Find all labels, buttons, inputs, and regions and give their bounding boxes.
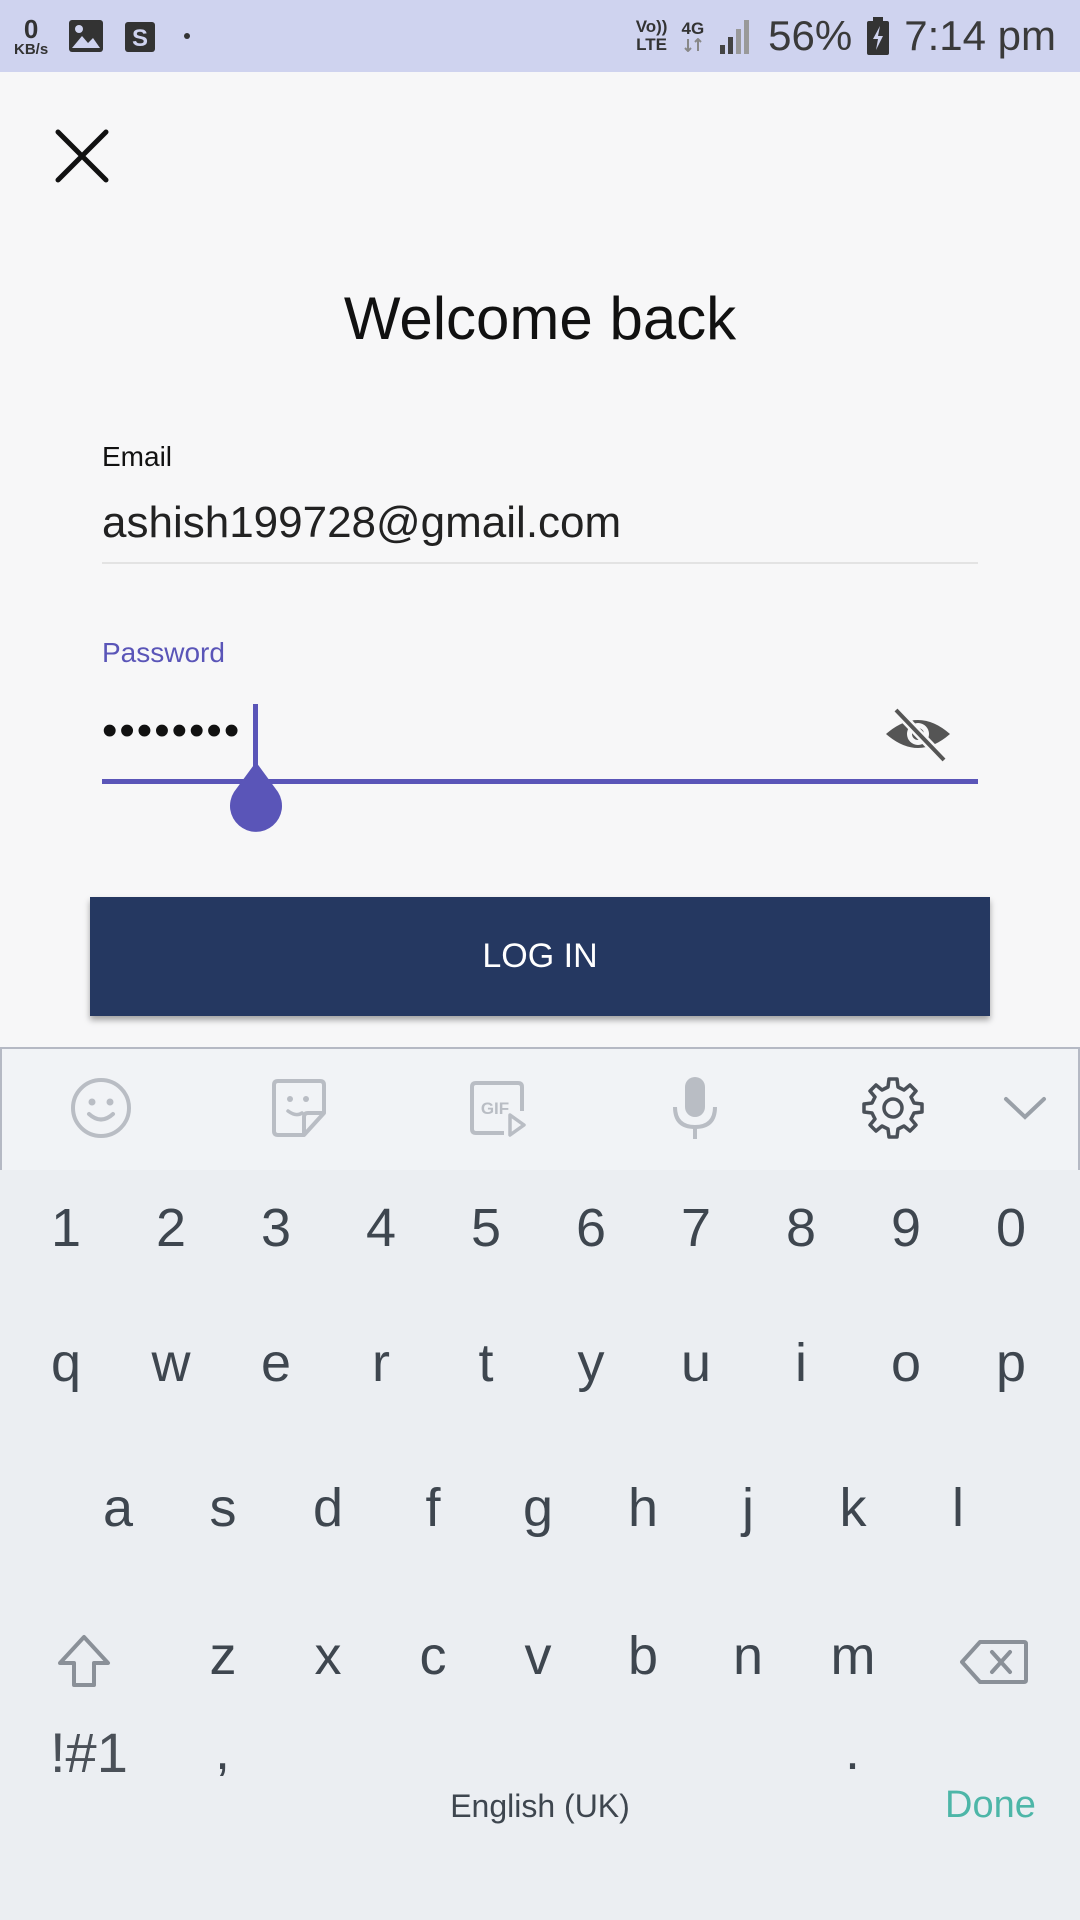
keyboard-toolbar: GIF [0, 1047, 1080, 1170]
battery-percent: 56% [768, 12, 853, 59]
password-label: Password [102, 637, 225, 668]
net-speed-value: 0 [23, 13, 39, 44]
net-speed-indicator: 0 KB/s [14, 16, 48, 57]
key-b[interactable]: b [628, 1625, 658, 1687]
key-i[interactable]: i [795, 1332, 807, 1394]
email-field[interactable]: ashish199728@gmail.com [102, 498, 621, 548]
key-n[interactable]: n [733, 1625, 763, 1687]
key-l[interactable]: l [952, 1477, 964, 1539]
toggle-password-visibility-button[interactable] [882, 704, 954, 764]
status-right: Vo)) LTE 4G 56% 7:14 pm [636, 8, 1056, 64]
app-notification-icon: S [124, 18, 158, 54]
sticker-icon[interactable] [266, 1075, 332, 1141]
battery-charging-icon [867, 17, 890, 55]
volte-line2: LTE [636, 35, 668, 54]
period-key[interactable]: . [845, 1720, 860, 1782]
key-4[interactable]: 4 [366, 1197, 396, 1259]
key-v[interactable]: v [525, 1625, 552, 1687]
password-field[interactable]: •••••••• [102, 706, 241, 756]
email-label: Email [102, 441, 173, 472]
key-g[interactable]: g [523, 1477, 553, 1539]
network-type-label: 4G [681, 19, 705, 39]
key-6[interactable]: 6 [576, 1197, 606, 1259]
key-s[interactable]: s [210, 1477, 237, 1539]
key-1[interactable]: 1 [51, 1197, 81, 1259]
key-x[interactable]: x [315, 1625, 342, 1687]
key-j[interactable]: j [742, 1477, 754, 1539]
space-key[interactable]: English (UK) [450, 1788, 630, 1825]
key-y[interactable]: y [578, 1332, 605, 1394]
status-left: 0 KB/s S [14, 12, 191, 60]
key-5[interactable]: 5 [471, 1197, 501, 1259]
gallery-icon [68, 19, 104, 53]
key-a[interactable]: a [103, 1477, 133, 1539]
key-3[interactable]: 3 [261, 1197, 291, 1259]
data-arrows-icon [684, 37, 702, 52]
volte-line1: Vo)) [635, 17, 668, 37]
shift-key-icon[interactable] [56, 1633, 112, 1689]
svg-text:GIF: GIF [481, 1099, 509, 1118]
key-2[interactable]: 2 [156, 1197, 186, 1259]
key-p[interactable]: p [996, 1332, 1026, 1394]
email-field-underline [102, 562, 978, 564]
key-8[interactable]: 8 [786, 1197, 816, 1259]
key-w[interactable]: w [152, 1332, 191, 1394]
status-bar: 0 KB/s S Vo)) LTE 4G 56% 7:14 pm [0, 0, 1080, 72]
key-f[interactable]: f [425, 1477, 440, 1539]
close-button[interactable] [52, 126, 112, 186]
network-type-indicator: 4G [681, 20, 704, 52]
key-u[interactable]: u [681, 1332, 711, 1394]
done-key[interactable]: Done [945, 1784, 1036, 1827]
backspace-key-icon[interactable] [960, 1640, 1028, 1684]
settings-icon[interactable] [860, 1075, 926, 1141]
microphone-icon[interactable] [662, 1075, 728, 1141]
signal-strength-icon [720, 20, 750, 54]
collapse-keyboard-icon[interactable] [992, 1075, 1058, 1141]
symbols-key[interactable]: !#1 [50, 1720, 128, 1785]
key-9[interactable]: 9 [891, 1197, 921, 1259]
eye-off-icon [886, 706, 950, 764]
more-notifications-dot [184, 33, 191, 39]
key-h[interactable]: h [628, 1477, 658, 1539]
key-0[interactable]: 0 [996, 1197, 1026, 1259]
key-z[interactable]: z [210, 1625, 237, 1687]
clock-time: 7:14 pm [904, 12, 1056, 59]
key-m[interactable]: m [831, 1625, 876, 1687]
key-c[interactable]: c [420, 1625, 447, 1687]
close-icon [55, 129, 109, 183]
cursor-handle-icon[interactable] [226, 760, 286, 836]
key-r[interactable]: r [372, 1332, 390, 1394]
emoji-icon[interactable] [68, 1075, 134, 1141]
key-o[interactable]: o [891, 1332, 921, 1394]
net-speed-unit: KB/s [14, 40, 49, 58]
svg-text:S: S [132, 25, 148, 52]
gif-icon[interactable]: GIF [464, 1075, 530, 1141]
volte-indicator: Vo)) LTE [636, 18, 668, 54]
page-title: Welcome back [343, 285, 737, 352]
key-q[interactable]: q [51, 1332, 81, 1394]
login-button[interactable]: LOG IN [90, 897, 990, 1016]
key-k[interactable]: k [840, 1477, 867, 1539]
key-d[interactable]: d [313, 1477, 343, 1539]
text-cursor [253, 704, 258, 766]
key-t[interactable]: t [478, 1332, 493, 1394]
comma-key[interactable]: , [215, 1720, 230, 1782]
key-e[interactable]: e [261, 1332, 291, 1394]
key-7[interactable]: 7 [681, 1197, 711, 1259]
